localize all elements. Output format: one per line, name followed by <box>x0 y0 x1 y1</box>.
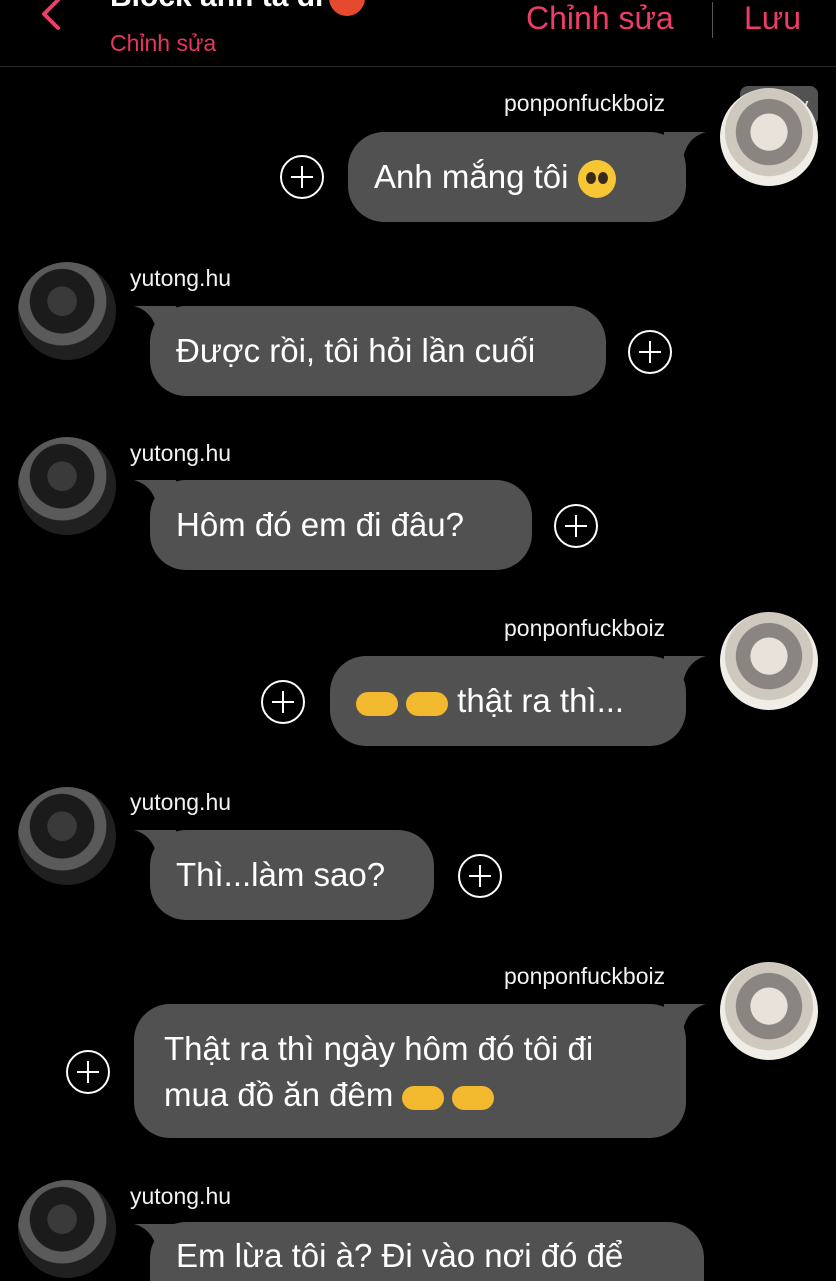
avatar[interactable] <box>720 88 818 186</box>
angry-face-icon <box>329 0 366 17</box>
avatar[interactable] <box>18 437 116 535</box>
message-bubble[interactable]: Hôm đó em đi đâu? <box>150 480 532 570</box>
add-reaction-button[interactable] <box>280 155 324 199</box>
add-reaction-button[interactable] <box>554 504 598 548</box>
avatar[interactable] <box>18 787 116 885</box>
pointing-hands-icon <box>402 1082 495 1112</box>
sender-name: ponponfuckboiz <box>504 963 666 989</box>
message-text: Thật ra thì ngày hôm đó tôi đi mua đồ ăn… <box>164 1030 594 1113</box>
sender-name: yutong.hu <box>130 789 232 815</box>
message-text: Được rồi, tôi hỏi lần cuối <box>176 332 536 369</box>
sender-name: yutong.hu <box>130 440 232 466</box>
avatar[interactable] <box>720 962 818 1060</box>
avatar[interactable] <box>18 262 116 360</box>
chat-title-text: Block anh ta đi <box>110 0 323 13</box>
sender-name: yutong.hu <box>130 265 232 291</box>
add-reaction-button[interactable] <box>66 1050 110 1094</box>
message-bubble[interactable]: thật ra thì... <box>330 656 686 746</box>
pleading-face-icon <box>577 160 616 199</box>
add-reaction-button[interactable] <box>628 330 672 374</box>
avatar[interactable] <box>720 612 818 710</box>
chat-header: Block anh ta đi Chỉnh sửa Chỉnh sửa Lưu <box>0 0 836 67</box>
message-text: Hôm đó em đi đâu? <box>176 506 464 543</box>
save-button[interactable]: Lưu <box>744 0 801 37</box>
message-bubble[interactable]: Thật ra thì ngày hôm đó tôi đi mua đồ ăn… <box>134 1004 686 1138</box>
message-bubble[interactable]: Được rồi, tôi hỏi lần cuối <box>150 306 606 396</box>
pointing-hands-icon <box>356 688 448 718</box>
message-text: Em lừa tôi à? Đi vào nơi đó để <box>176 1237 624 1274</box>
message-text: thật ra thì... <box>457 682 625 719</box>
avatar[interactable] <box>18 1180 116 1278</box>
back-chevron-icon[interactable] <box>34 0 68 34</box>
message-bubble[interactable]: Anh mắng tôi <box>348 132 686 222</box>
message-bubble[interactable]: Em lừa tôi à? Đi vào nơi đó để <box>150 1222 704 1281</box>
header-divider <box>712 2 713 38</box>
sender-name: yutong.hu <box>130 1183 232 1209</box>
add-reaction-button[interactable] <box>458 854 502 898</box>
chat-title: Block anh ta đi <box>110 0 366 17</box>
message-text: Anh mắng tôi <box>374 158 569 195</box>
add-reaction-button[interactable] <box>261 680 305 724</box>
sender-name: ponponfuckboiz <box>504 615 666 641</box>
sender-name: ponponfuckboiz <box>504 90 666 116</box>
message-bubble[interactable]: Thì...làm sao? <box>150 830 434 920</box>
edit-button[interactable]: Chỉnh sửa <box>526 0 674 37</box>
message-text: Thì...làm sao? <box>176 856 386 893</box>
chat-subtitle[interactable]: Chỉnh sửa <box>110 30 216 57</box>
